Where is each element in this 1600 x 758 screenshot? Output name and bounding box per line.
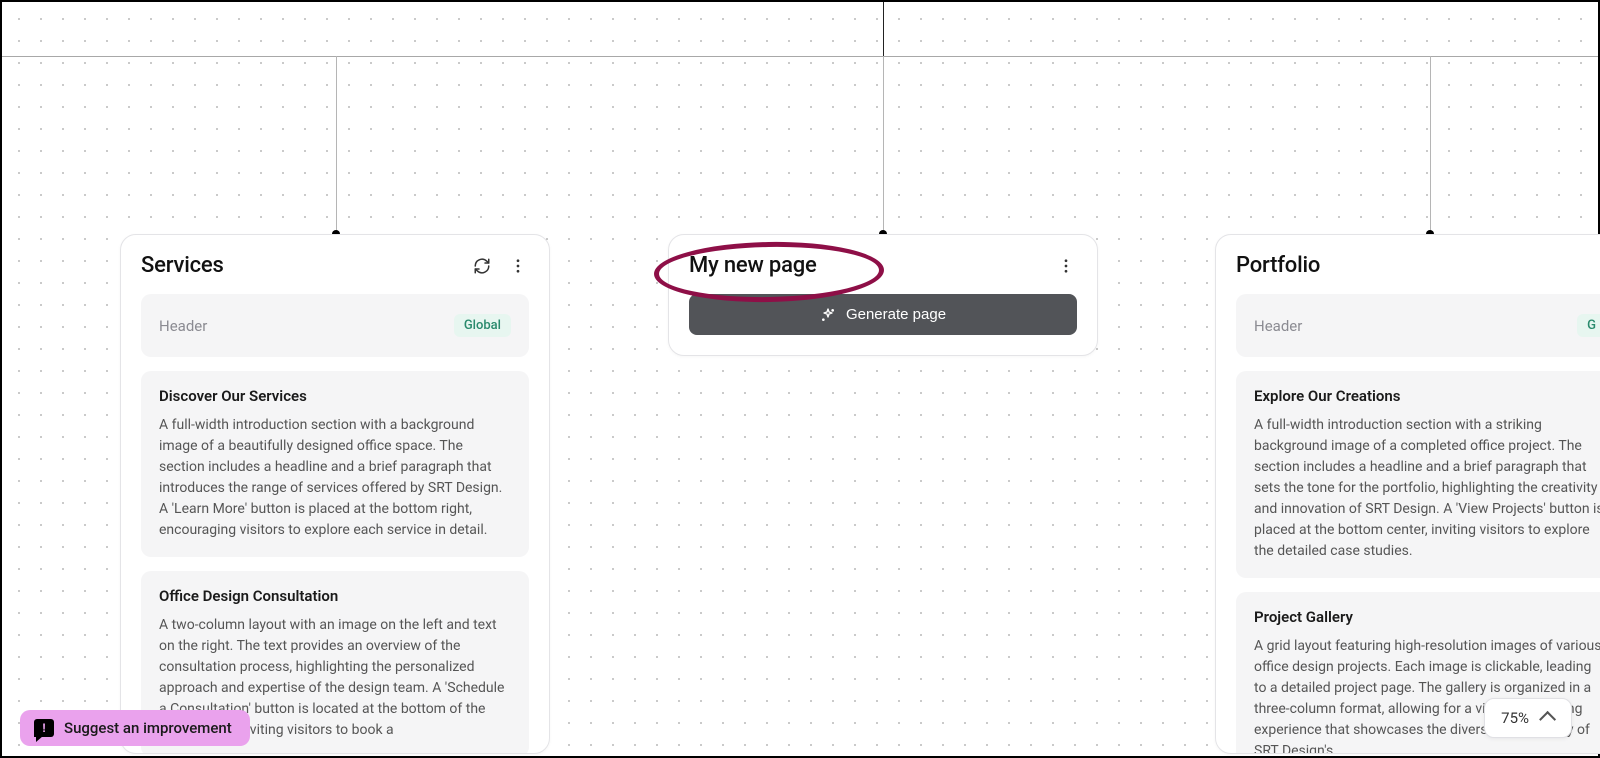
refresh-icon[interactable] [471, 255, 493, 277]
global-badge: Global [454, 314, 511, 337]
chevron-up-icon [1539, 711, 1556, 728]
header-label: Header [159, 317, 207, 335]
section-block[interactable]: Explore Our Creations A full-width intro… [1236, 371, 1600, 578]
more-vertical-icon[interactable] [507, 255, 529, 277]
section-block[interactable]: Discover Our Services A full-width intro… [141, 371, 529, 557]
header-label: Header [1254, 317, 1302, 335]
suggest-improvement-button[interactable]: ! Suggest an improvement [20, 710, 250, 746]
card-header-row: My new page [689, 253, 1077, 278]
horizontal-guide [2, 56, 1598, 57]
feedback-icon: ! [34, 719, 54, 737]
section-title: Explore Our Creations [1254, 387, 1600, 405]
page-card-portfolio[interactable]: Portfolio Header G Explore Our Creations… [1215, 234, 1600, 754]
sparkle-icon [820, 307, 836, 323]
suggest-label: Suggest an improvement [64, 719, 232, 737]
header-section-block[interactable]: Header Global [141, 294, 529, 357]
page-card-newpage[interactable]: My new page Generate page [668, 234, 1098, 356]
section-title: Discover Our Services [159, 387, 511, 405]
global-badge: G [1577, 314, 1600, 337]
vertical-guide [883, 56, 884, 234]
section-title: Project Gallery [1254, 608, 1600, 626]
generate-page-button[interactable]: Generate page [689, 294, 1077, 335]
generate-page-label: Generate page [846, 306, 946, 323]
card-title[interactable]: My new page [689, 253, 817, 278]
zoom-value: 75% [1501, 709, 1529, 727]
card-actions [1055, 255, 1077, 277]
card-header-row: Portfolio [1236, 253, 1600, 278]
card-title: Services [141, 253, 224, 278]
section-title: Office Design Consultation [159, 587, 511, 605]
vertical-guide [1430, 56, 1431, 234]
header-section-block[interactable]: Header G [1236, 294, 1600, 357]
page-card-services[interactable]: Services Header Global Discover Our Serv… [120, 234, 550, 754]
vertical-guide [336, 56, 337, 234]
section-body: A full-width introduction section with a… [159, 415, 511, 541]
card-title: Portfolio [1236, 253, 1320, 278]
section-body: A full-width introduction section with a… [1254, 415, 1600, 562]
card-header-row: Services [141, 253, 529, 278]
more-vertical-icon[interactable] [1055, 255, 1077, 277]
card-actions [471, 255, 529, 277]
zoom-control[interactable]: 75% [1484, 698, 1572, 738]
vertical-guide [883, 2, 884, 56]
